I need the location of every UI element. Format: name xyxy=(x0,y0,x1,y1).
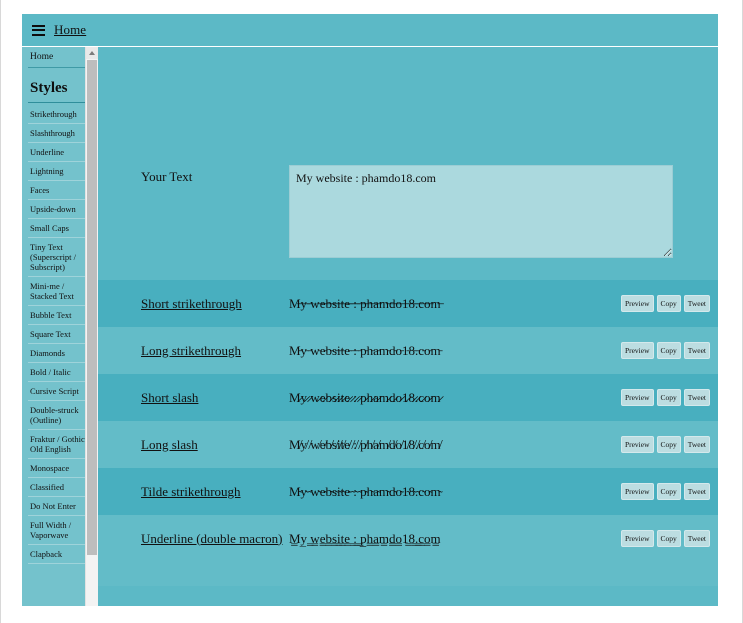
tweet-button[interactable]: Tweet xyxy=(683,436,710,453)
preview-button[interactable]: Preview xyxy=(620,295,654,312)
sidebar-item-bubble-text[interactable]: Bubble Text xyxy=(28,306,92,325)
style-row-actions: Preview Copy Tweet xyxy=(620,389,710,406)
tweet-button[interactable]: Tweet xyxy=(683,530,710,547)
sidebar-item-home[interactable]: Home xyxy=(28,47,92,68)
sidebar-item-slashthrough[interactable]: Slashthrough xyxy=(28,124,92,143)
sidebar: Home Styles Strikethrough Slashthrough Und… xyxy=(22,47,98,606)
style-row-output: M̷y̷ ̷w̷e̷b̷s̷i̷t̷e̷ ̷:̷ ̷p̷h̷a̷m̷d̷o̷1̷… xyxy=(289,389,441,405)
sidebar-item-upside-down[interactable]: Upside-down xyxy=(28,200,92,219)
style-row-output: M̸y̸ ̸w̸e̸b̸s̸i̸t̸e̸ ̸:̸ ̸p̸h̸a̸m̸d̸o̸1̸… xyxy=(289,436,441,452)
copy-button[interactable]: Copy xyxy=(656,436,681,453)
sidebar-item-clapback[interactable]: Clapback xyxy=(28,545,92,564)
style-row-actions: Preview Copy Tweet xyxy=(620,436,710,453)
sidebar-item-double-struck-outline[interactable]: Double-struck (Outline) xyxy=(28,401,92,430)
style-row-name[interactable]: Short strikethrough xyxy=(141,296,289,312)
top-navbar: Home xyxy=(22,14,718,46)
main-content: Your Text Short strikethroughM̶y̶ ̶w̶e̶b… xyxy=(98,47,718,606)
page-border-left xyxy=(0,0,1,623)
style-row: Short slash M̷y̷ ̷w̷e̷b̷s̷i̷t̷e̷ ̷:̷ ̷p̷h… xyxy=(98,374,718,421)
your-text-label: Your Text xyxy=(141,169,193,184)
hamburger-icon[interactable] xyxy=(32,24,45,36)
sidebar-item-fraktur-gothic-old-english[interactable]: Fraktur / Gothic / Old English xyxy=(28,430,92,459)
sidebar-item-cursive-script[interactable]: Cursive Script xyxy=(28,382,92,401)
style-row: Short strikethrough M̶y̶ ̶w̶e̶b̶s̶i̶t̶e̶ … xyxy=(98,280,718,327)
style-row-name[interactable]: Long strikethrough xyxy=(141,343,289,359)
sidebar-scrollbar[interactable] xyxy=(85,47,98,606)
style-row-output: M̶y̶ ̶w̶e̶b̶s̶i̶t̶e̶ ̶:̶ ̶p̶h̶a̶m̶d̶o̶1̶… xyxy=(289,295,441,311)
sidebar-item-lightning[interactable]: Lightning xyxy=(28,162,92,181)
app-page: Home Home Styles Strikethrough Slashthrou… xyxy=(0,0,743,623)
sidebar-item-tiny-text-superscript-subscript[interactable]: Tiny Text (Superscript / Subscript) xyxy=(28,238,92,277)
style-row-actions: Preview Copy Tweet xyxy=(620,295,710,312)
tweet-button[interactable]: Tweet xyxy=(683,295,710,312)
style-results-list: Short strikethrough M̶y̶ ̶w̶e̶b̶s̶i̶t̶e̶ … xyxy=(98,280,718,562)
sidebar-item-bold-italic[interactable]: Bold / Italic xyxy=(28,363,92,382)
scrollbar-thumb[interactable] xyxy=(87,60,97,555)
sidebar-item-small-caps[interactable]: Small Caps xyxy=(28,219,92,238)
sidebar-item-mini-me-stacked-text[interactable]: Mini-me / Stacked Text xyxy=(28,277,92,306)
preview-button[interactable]: Preview xyxy=(620,389,654,406)
copy-button[interactable]: Copy xyxy=(656,389,681,406)
navbar-home-link[interactable]: Home xyxy=(54,22,86,38)
style-row-output: M̵y̵ ̵w̵e̵b̵s̵i̵t̵e̵ ̵:̵ ̵p̵h̵a̵m̵d̵o̵1̵… xyxy=(289,342,441,358)
style-row-output: M̴y̴ ̴w̴e̴b̴s̴i̴t̴e̴ ̴:̴ ̴p̴h̴a̴m̴d̴o̴1̴… xyxy=(289,483,441,499)
sidebar-item-do-not-enter[interactable]: Do Not Enter xyxy=(28,497,92,516)
copy-button[interactable]: Copy xyxy=(656,295,681,312)
style-row-name[interactable]: Long slash xyxy=(141,437,289,453)
preview-button[interactable]: Preview xyxy=(620,530,654,547)
tweet-button[interactable]: Tweet xyxy=(683,342,710,359)
preview-button[interactable]: Preview xyxy=(620,483,654,500)
sidebar-item-diamonds[interactable]: Diamonds xyxy=(28,344,92,363)
style-row-actions: Preview Copy Tweet xyxy=(620,483,710,500)
style-row-name[interactable]: Underline (double macron) xyxy=(141,531,289,547)
style-row-name[interactable]: Short slash xyxy=(141,390,289,406)
style-row-actions: Preview Copy Tweet xyxy=(620,342,710,359)
sidebar-item-monospace[interactable]: Monospace xyxy=(28,459,92,478)
sidebar-item-faces[interactable]: Faces xyxy=(28,181,92,200)
style-row: Underline (double macron) M̳y̳ ̳w̳e̳b̳s̳i… xyxy=(98,515,718,562)
style-row: Long strikethrough M̵y̵ ̵w̵e̵b̵s̵i̵t̵e̵ ̵… xyxy=(98,327,718,374)
sidebar-item-strikethrough[interactable]: Strikethrough xyxy=(28,105,92,124)
preview-button[interactable]: Preview xyxy=(620,436,654,453)
tweet-button[interactable]: Tweet xyxy=(683,389,710,406)
style-row-actions: Preview Copy Tweet xyxy=(620,530,710,547)
preview-button[interactable]: Preview xyxy=(620,342,654,359)
style-row: Long slash M̸y̸ ̸w̸e̸b̸s̸i̸t̸e̸ ̸:̸ ̸p̸h̸… xyxy=(98,421,718,468)
sidebar-item-square-text[interactable]: Square Text xyxy=(28,325,92,344)
copy-button[interactable]: Copy xyxy=(656,530,681,547)
style-row: Tilde strikethrough M̴y̴ ̴w̴e̴b̴s̴i̴t̴e̴ … xyxy=(98,468,718,515)
copy-button[interactable]: Copy xyxy=(656,483,681,500)
sidebar-item-full-width-vaporwave[interactable]: Full Width / Vaporwave xyxy=(28,516,92,545)
copy-button[interactable]: Copy xyxy=(656,342,681,359)
sidebar-heading-styles: Styles xyxy=(28,68,92,103)
scroll-up-icon[interactable] xyxy=(86,47,98,59)
tweet-button[interactable]: Tweet xyxy=(683,483,710,500)
your-text-input[interactable] xyxy=(289,165,673,258)
body-area: Home Styles Strikethrough Slashthrough Und… xyxy=(22,47,718,606)
style-row-name[interactable]: Tilde strikethrough xyxy=(141,484,289,500)
list-bottom-spacer xyxy=(98,562,718,586)
style-row-output: M̳y̳ ̳w̳e̳b̳s̳i̳t̳e̳ ̳:̳ ̳p̳h̳a̳m̳d̳o̳1̳… xyxy=(289,530,441,546)
text-input-section: Your Text xyxy=(98,47,718,258)
sidebar-item-classified[interactable]: Classified xyxy=(28,478,92,497)
sidebar-item-underline[interactable]: Underline xyxy=(28,143,92,162)
